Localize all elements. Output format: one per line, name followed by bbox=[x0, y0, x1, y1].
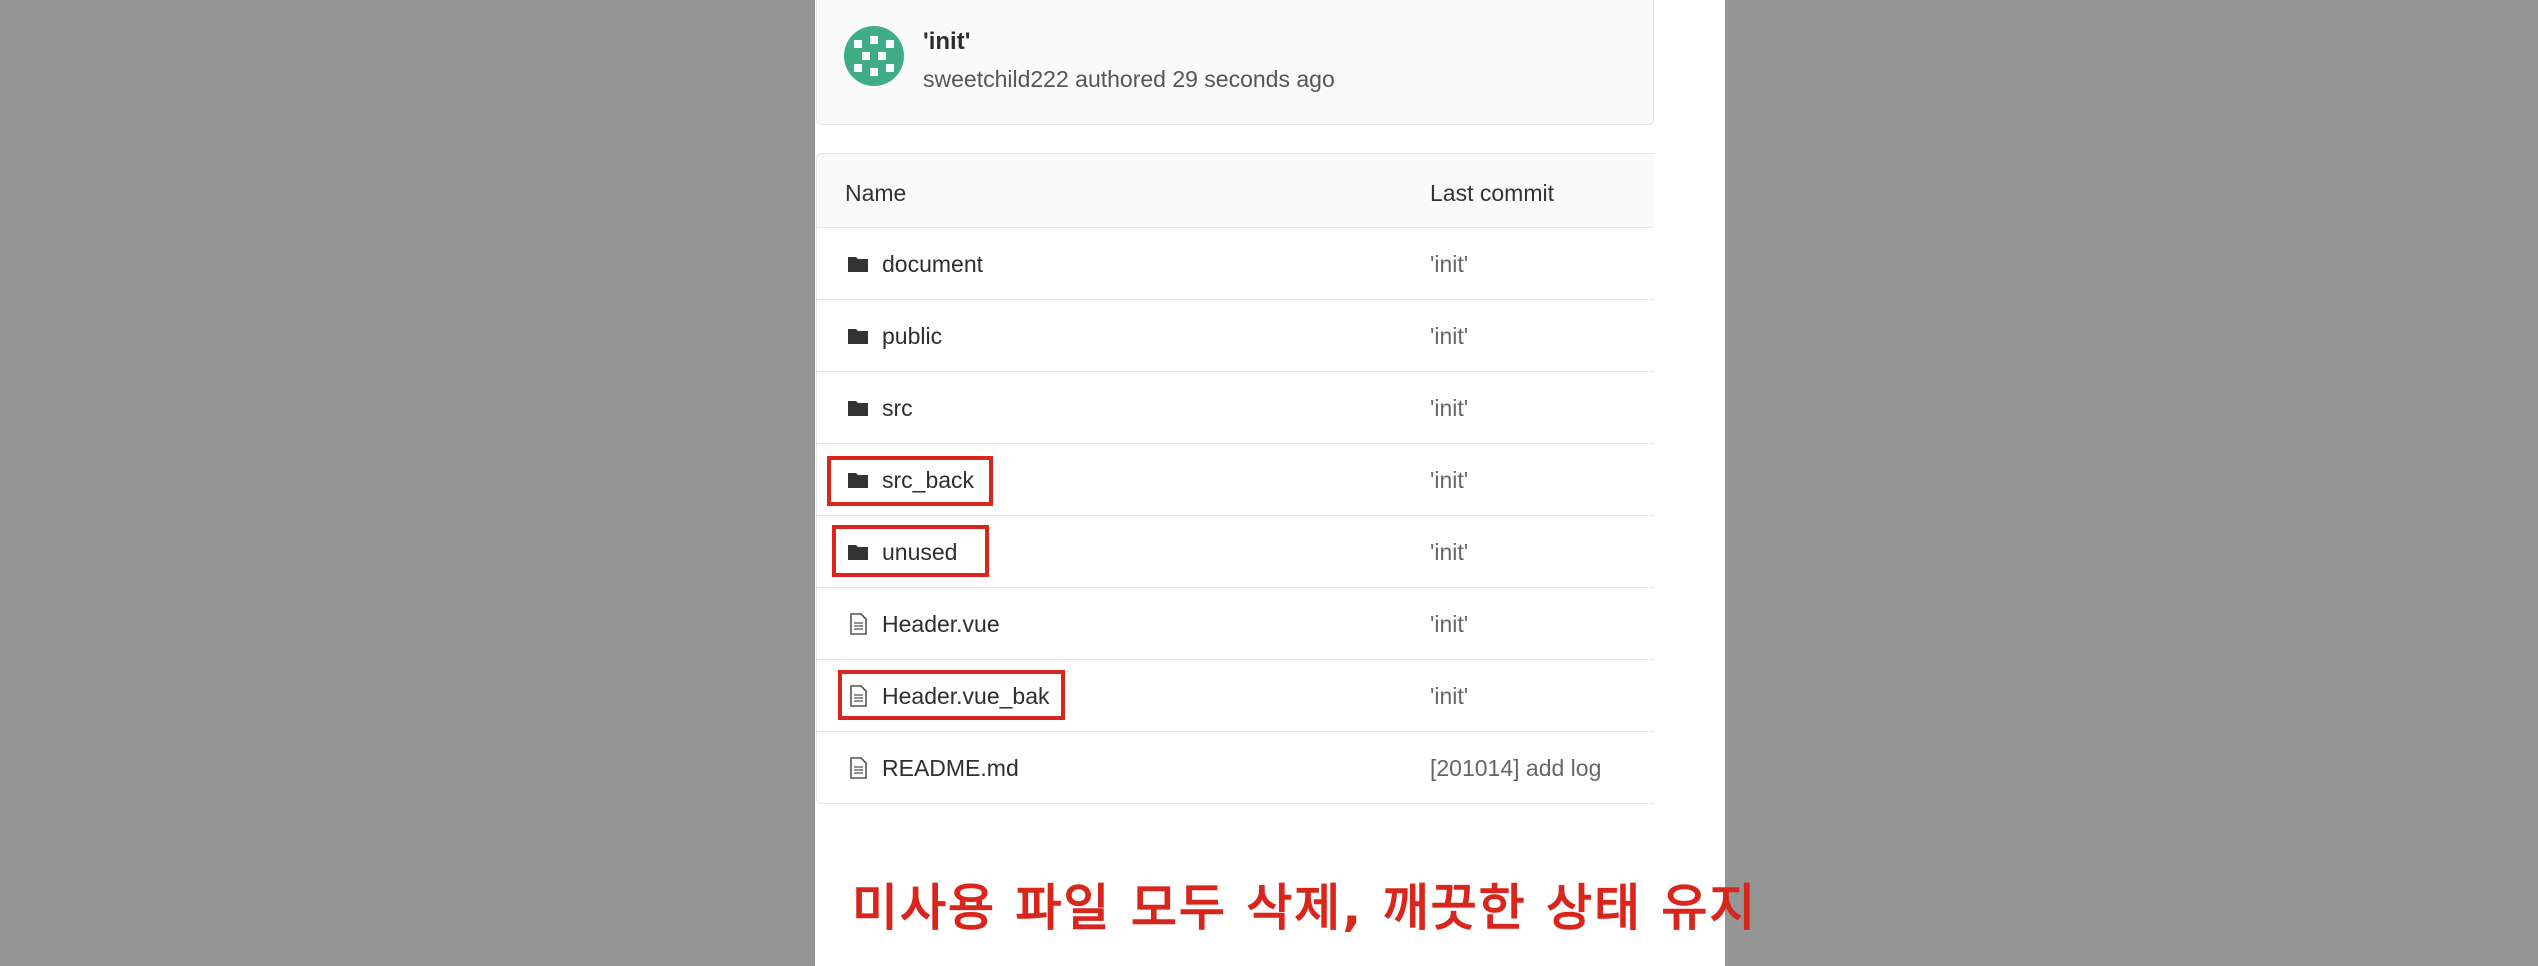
commit-message[interactable]: 'init' bbox=[1430, 323, 1468, 350]
column-header-last-commit: Last commit bbox=[1430, 180, 1554, 206]
table-header: Name Last commit bbox=[817, 154, 1654, 228]
table-row[interactable]: Header.vue 'init' bbox=[817, 588, 1654, 660]
table-row[interactable]: README.md [201014] add log bbox=[817, 732, 1654, 803]
file-icon bbox=[850, 613, 867, 635]
table-row[interactable]: document 'init' bbox=[817, 228, 1654, 300]
file-icon bbox=[850, 757, 867, 779]
file-name[interactable]: Header.vue bbox=[882, 611, 1000, 638]
table-row[interactable]: public 'init' bbox=[817, 300, 1654, 372]
annotation-caption: 미사용 파일 모두 삭제, 깨끗한 상태 유지 bbox=[852, 879, 1758, 937]
folder-icon bbox=[848, 401, 868, 416]
commit-author-line: sweetchild222 authored 29 seconds ago bbox=[923, 66, 1335, 92]
file-name[interactable]: document bbox=[882, 251, 983, 278]
commit-message[interactable]: 'init' bbox=[1430, 467, 1468, 494]
file-name[interactable]: src bbox=[882, 395, 913, 422]
commit-message[interactable]: 'init' bbox=[1430, 251, 1468, 278]
file-name[interactable]: README.md bbox=[882, 755, 1019, 782]
author-avatar[interactable] bbox=[844, 26, 904, 86]
highlight-box-unused bbox=[832, 525, 989, 577]
commit-message[interactable]: 'init' bbox=[1430, 683, 1468, 710]
commit-message[interactable]: 'init' bbox=[1430, 611, 1468, 638]
highlight-box-src-back bbox=[827, 456, 993, 506]
file-name[interactable]: public bbox=[882, 323, 942, 350]
table-row[interactable]: src 'init' bbox=[817, 372, 1654, 444]
commit-message[interactable]: [201014] add log bbox=[1430, 755, 1601, 782]
commit-message[interactable]: 'init' bbox=[1430, 395, 1468, 422]
commit-title[interactable]: 'init' bbox=[923, 28, 970, 56]
last-commit-box bbox=[816, 0, 1654, 125]
highlight-box-header-vue-bak bbox=[838, 670, 1065, 720]
folder-icon bbox=[848, 257, 868, 272]
commit-message[interactable]: 'init' bbox=[1430, 539, 1468, 566]
column-header-name: Name bbox=[845, 180, 907, 206]
folder-icon bbox=[848, 329, 868, 344]
